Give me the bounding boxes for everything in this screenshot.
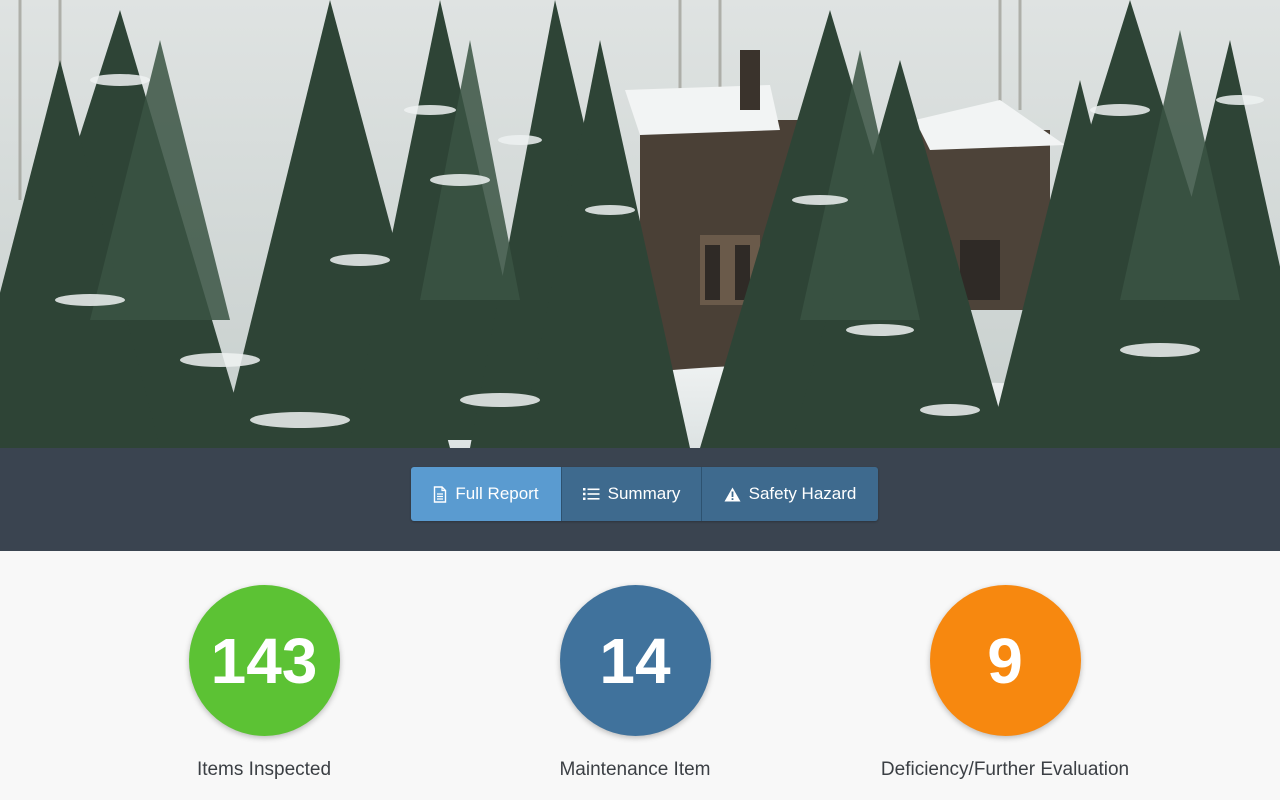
report-view-button-group: Full Report Summary Safety Hazard — [411, 467, 878, 521]
items-inspected-stat: 143 Items Inspected — [114, 585, 414, 781]
deficiency-label: Deficiency/Further Evaluation — [880, 759, 1130, 780]
warning-icon — [724, 487, 741, 502]
inspection-stats: 143 Items Inspected 14 Maintenance Item … — [0, 551, 1280, 800]
list-icon — [582, 487, 600, 501]
deficiency-stat: 9 Deficiency/Further Evaluation — [855, 585, 1155, 781]
items-inspected-count: 143 — [188, 585, 340, 736]
summary-label: Summary — [607, 484, 681, 503]
maintenance-item-label: Maintenance Item — [559, 759, 711, 780]
items-inspected-label: Items Inspected — [196, 759, 332, 780]
full-report-label: Full Report — [455, 484, 539, 503]
full-report-button[interactable]: Full Report — [411, 467, 562, 521]
snowy-forest-house-photo — [0, 0, 1280, 448]
maintenance-item-stat: 14 Maintenance Item — [485, 585, 785, 781]
summary-button[interactable]: Summary — [562, 467, 702, 521]
deficiency-count: 9 — [929, 585, 1081, 736]
safety-hazard-button[interactable]: Safety Hazard — [702, 467, 878, 521]
maintenance-item-count: 14 — [559, 585, 711, 736]
safety-hazard-label: Safety Hazard — [748, 484, 857, 503]
document-icon — [433, 485, 447, 503]
report-view-toolbar: Full Report Summary Safety Hazard — [0, 448, 1280, 551]
hero-image — [0, 0, 1280, 448]
